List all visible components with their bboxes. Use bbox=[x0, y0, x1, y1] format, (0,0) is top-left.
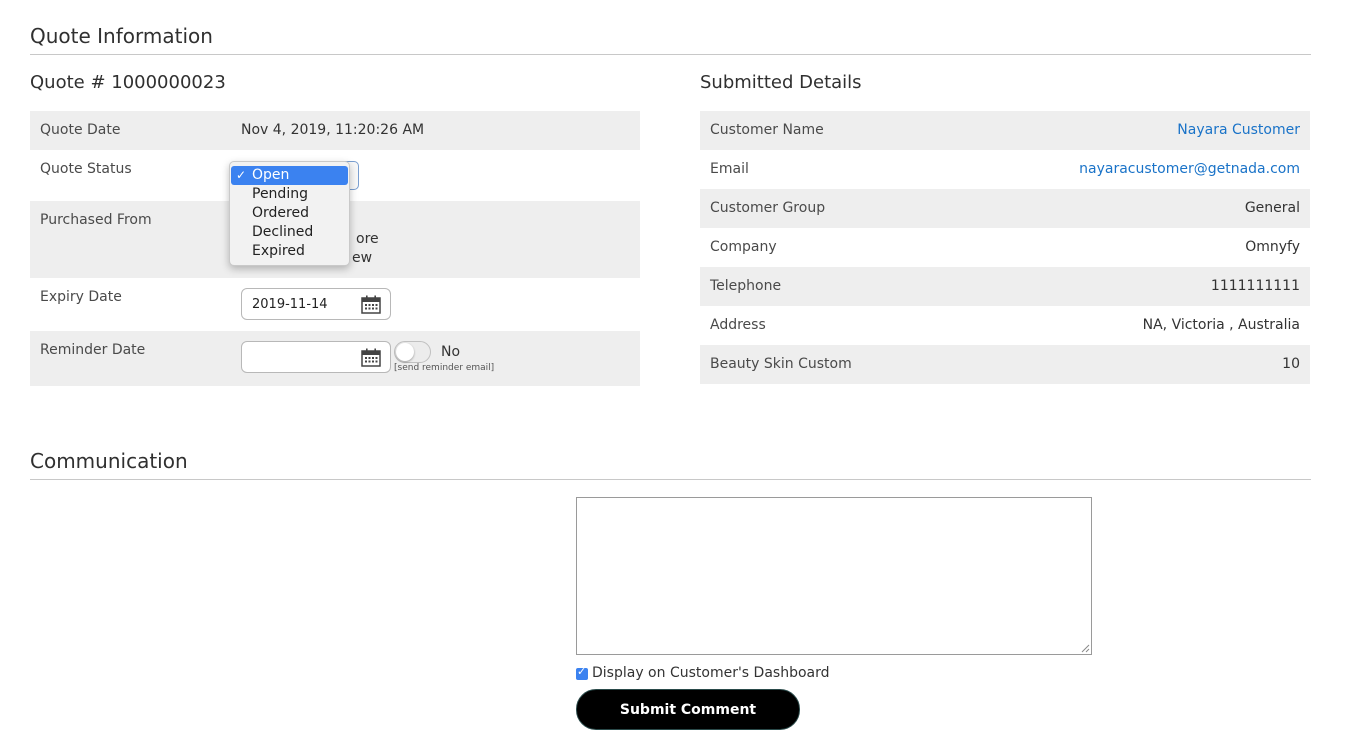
calendar-icon[interactable] bbox=[361, 348, 381, 367]
customer-group-label: Customer Group bbox=[710, 200, 826, 216]
email-link[interactable]: nayaracustomer@getnada.com bbox=[1079, 161, 1300, 177]
status-option-label: Pending bbox=[252, 186, 308, 202]
quote-information-divider bbox=[30, 54, 1311, 55]
email-label: Email bbox=[710, 161, 749, 177]
status-option-pending[interactable]: Pending bbox=[231, 185, 348, 204]
customer-name-link[interactable]: Nayara Customer bbox=[1177, 122, 1300, 138]
submitted-details-title: Submitted Details bbox=[700, 72, 862, 93]
address-label: Address bbox=[710, 317, 766, 333]
display-on-dashboard-checkbox[interactable]: ✓ bbox=[576, 665, 588, 680]
expiry-date-input[interactable]: 2019-11-14 bbox=[241, 288, 391, 320]
address-row: Address NA, Victoria , Australia bbox=[700, 306, 1310, 345]
company-label: Company bbox=[710, 239, 777, 255]
checkmark-icon: ✓ bbox=[577, 665, 587, 678]
status-option-declined[interactable]: Declined bbox=[231, 223, 348, 242]
reminder-toggle-hint: [send reminder email] bbox=[394, 363, 495, 373]
company-value: Omnyfy bbox=[1245, 239, 1300, 255]
telephone-label: Telephone bbox=[710, 278, 782, 294]
expiry-date-text: 2019-11-14 bbox=[252, 297, 328, 312]
reminder-toggle-label: No bbox=[441, 344, 461, 360]
quote-date-label: Quote Date bbox=[40, 122, 121, 138]
checkmark-icon: ✓ bbox=[236, 168, 247, 182]
status-option-expired[interactable]: Expired bbox=[231, 242, 348, 261]
status-option-open[interactable]: ✓ Open bbox=[231, 166, 348, 185]
toggle-knob bbox=[396, 343, 414, 361]
communication-title: Communication bbox=[30, 449, 188, 473]
display-on-dashboard-label[interactable]: Display on Customer's Dashboard bbox=[592, 665, 830, 681]
quote-number-title: Quote # 1000000023 bbox=[30, 72, 226, 93]
status-option-label: Expired bbox=[252, 243, 305, 259]
customer-group-row: Customer Group General bbox=[700, 189, 1310, 228]
quote-status-label: Quote Status bbox=[40, 161, 132, 177]
email-row: Email nayaracustomer@getnada.com bbox=[700, 150, 1310, 189]
communication-divider bbox=[30, 479, 1311, 480]
expiry-date-label: Expiry Date bbox=[40, 289, 122, 305]
company-row: Company Omnyfy bbox=[700, 228, 1310, 267]
reminder-date-input[interactable] bbox=[241, 341, 391, 373]
submit-comment-button[interactable]: Submit Comment bbox=[576, 689, 800, 730]
customer-name-row: Customer Name Nayara Customer bbox=[700, 111, 1310, 150]
status-option-label: Open bbox=[252, 167, 290, 183]
telephone-row: Telephone 1111111111 bbox=[700, 267, 1310, 306]
quote-date-row: Quote Date Nov 4, 2019, 11:20:26 AM bbox=[30, 111, 640, 150]
reminder-email-toggle[interactable] bbox=[394, 341, 431, 363]
quote-date-value: Nov 4, 2019, 11:20:26 AM bbox=[241, 122, 425, 138]
beauty-skin-custom-label: Beauty Skin Custom bbox=[710, 356, 852, 372]
beauty-skin-custom-row: Beauty Skin Custom 10 bbox=[700, 345, 1310, 384]
purchased-from-label: Purchased From bbox=[40, 212, 152, 228]
customer-name-label: Customer Name bbox=[710, 122, 824, 138]
comment-textarea[interactable] bbox=[576, 497, 1092, 655]
resize-grip-icon[interactable] bbox=[1080, 643, 1090, 653]
purchased-from-view-text: ew bbox=[352, 250, 373, 266]
purchased-from-store-text: ore bbox=[356, 231, 379, 247]
address-value: NA, Victoria , Australia bbox=[1142, 317, 1300, 333]
customer-group-value: General bbox=[1244, 200, 1300, 216]
status-option-ordered[interactable]: Ordered bbox=[231, 204, 348, 223]
reminder-date-label: Reminder Date bbox=[40, 342, 146, 358]
calendar-icon[interactable] bbox=[361, 295, 381, 314]
beauty-skin-custom-value: 10 bbox=[1282, 356, 1300, 372]
status-option-label: Declined bbox=[252, 224, 314, 240]
status-option-label: Ordered bbox=[252, 205, 309, 221]
quote-information-title: Quote Information bbox=[30, 24, 213, 48]
telephone-value: 1111111111 bbox=[1210, 278, 1300, 294]
quote-status-dropdown[interactable]: ✓ Open Pending Ordered Declined Expired bbox=[229, 161, 350, 266]
